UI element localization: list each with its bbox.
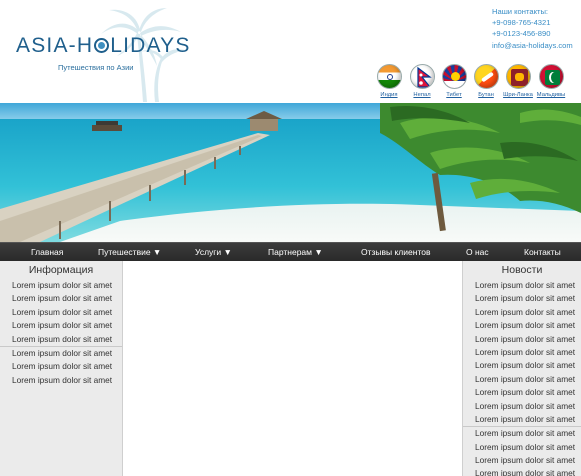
globe-icon — [94, 38, 110, 53]
info-sidebar: Информация Lorem ipsum dolor sit amet Lo… — [0, 261, 123, 476]
flag-link-maldives[interactable]: Мальдивы — [537, 64, 565, 98]
info-link[interactable]: Lorem ipsum dolor sit amet — [0, 360, 122, 373]
bhutan-flag-icon — [473, 64, 499, 89]
contacts-block: Наши контакты: +9-098-765-4321 +9-0123-4… — [492, 6, 573, 51]
news-link[interactable]: Lorem ipsum dolor sit amet — [463, 427, 581, 440]
info-link[interactable]: Lorem ipsum dolor sit amet — [0, 319, 122, 332]
news-sidebar: Новости Lorem ipsum dolor sit amet Lorem… — [462, 261, 581, 476]
nav-item-reviews[interactable]: Отзывы клиентов — [361, 243, 430, 262]
info-link[interactable]: Lorem ipsum dolor sit amet — [0, 347, 122, 360]
flag-link-india[interactable]: Индия — [376, 64, 402, 98]
news-link[interactable]: Lorem ipsum dolor sit amet — [463, 386, 581, 399]
info-link[interactable]: Lorem ipsum dolor sit amet — [0, 333, 122, 346]
flag-link-tibet[interactable]: Тибет — [441, 64, 467, 98]
news-link[interactable]: Lorem ipsum dolor sit amet — [463, 306, 581, 319]
flag-link-sri-lanka[interactable]: Шри-Ланка — [503, 64, 533, 98]
nav-item-partners[interactable]: Партнерам ▼ — [268, 243, 323, 262]
news-link[interactable]: Lorem ipsum dolor sit amet — [463, 279, 581, 292]
news-link[interactable]: Lorem ipsum dolor sit amet — [463, 400, 581, 413]
info-link[interactable]: Lorem ipsum dolor sit amet — [0, 374, 122, 387]
news-link[interactable]: Lorem ipsum dolor sit amet — [463, 373, 581, 386]
maldives-flag-icon — [538, 64, 564, 89]
contact-phone-2: +9-0123-456-890 — [492, 29, 551, 39]
nav-item-contacts[interactable]: Контакты — [524, 243, 561, 262]
info-link[interactable]: Lorem ipsum dolor sit amet — [0, 306, 122, 319]
news-link[interactable]: Lorem ipsum dolor sit amet — [463, 413, 581, 426]
nav-item-travel[interactable]: Путешествие ▼ — [98, 243, 161, 262]
site-header: ASIA-H LIDAYS Путешествия по Азии Наши ко… — [0, 0, 581, 103]
logo-text-right: LIDAYS — [110, 34, 191, 57]
news-sidebar-title: Новости — [501, 264, 543, 276]
main-content-area — [124, 261, 462, 476]
nepal-flag-icon — [409, 64, 435, 89]
site-tagline: Путешествия по Азии — [58, 63, 134, 72]
flag-label-maldives: Мальдивы — [536, 92, 566, 98]
info-link[interactable]: Lorem ipsum dolor sit amet — [0, 292, 122, 305]
news-link[interactable]: Lorem ipsum dolor sit amet — [463, 441, 581, 454]
nav-item-services[interactable]: Услуги ▼ — [195, 243, 232, 262]
news-link[interactable]: Lorem ipsum dolor sit amet — [463, 292, 581, 305]
info-link[interactable]: Lorem ipsum dolor sit amet — [0, 279, 122, 292]
news-link[interactable]: Lorem ipsum dolor sit amet — [463, 319, 581, 332]
news-link[interactable]: Lorem ipsum dolor sit amet — [463, 454, 581, 467]
info-sidebar-title: Информация — [28, 264, 94, 276]
nav-item-home[interactable]: Главная — [31, 243, 63, 262]
sri-lanka-flag-icon — [505, 64, 531, 89]
contacts-title: Наши контакты: — [492, 7, 549, 16]
site-logo[interactable]: ASIA-H LIDAYS — [16, 34, 191, 58]
news-link[interactable]: Lorem ipsum dolor sit amet — [463, 467, 581, 476]
tibet-flag-icon — [441, 64, 467, 89]
news-link[interactable]: Lorem ipsum dolor sit amet — [463, 333, 581, 346]
contact-email[interactable]: info@asia-holidays.com — [492, 40, 573, 51]
contact-phone-1: +9-098-765-4321 — [492, 18, 551, 28]
india-flag-icon — [376, 64, 402, 89]
news-link[interactable]: Lorem ipsum dolor sit amet — [463, 359, 581, 372]
main-navigation: Главная Путешествие ▼ Услуги ▼ Партнерам… — [0, 242, 581, 261]
news-link[interactable]: Lorem ipsum dolor sit amet — [463, 346, 581, 359]
nav-item-about[interactable]: О нас — [466, 243, 489, 262]
logo-text-left: ASIA-H — [16, 34, 94, 57]
hero-banner-image — [0, 103, 581, 242]
country-flags: Индия Непал Тибет Бутан Шри-Ланка Мальди… — [374, 64, 574, 98]
flag-link-nepal[interactable]: Непал — [409, 64, 435, 98]
flag-link-bhutan[interactable]: Бутан — [473, 64, 499, 98]
